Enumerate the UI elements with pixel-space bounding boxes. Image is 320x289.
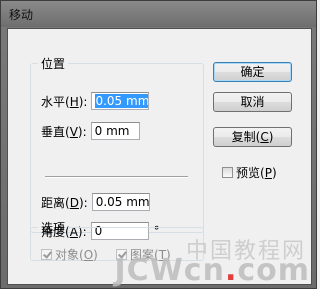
watermark-url: JCWcn.com [114,253,310,288]
objects-checkbox-row: 对象(O) [41,246,98,263]
cancel-button[interactable]: 取消 [213,92,292,112]
ok-button[interactable]: 确定 [213,62,292,82]
vertical-label: 垂直(V): [41,124,87,139]
distance-label: 距离(D): [41,195,88,210]
move-dialog: 移动 位置 水平(H): 0.05 mm 垂直(V): 0 mm 距离(D): … [0,0,317,289]
window-title: 移动 [9,8,34,22]
preview-checkbox[interactable] [222,167,233,178]
distance-input[interactable]: 0.05 mm [91,193,150,211]
horizontal-label: 水平(H): [41,94,88,109]
vertical-row: 垂直(V): 0 mm [41,122,140,140]
position-group: 位置 水平(H): 0.05 mm 垂直(V): 0 mm 距离(D): 0.0… [30,55,204,240]
copy-button[interactable]: 复制(C) [213,127,292,147]
preview-label: 预览(P) [236,166,277,180]
horizontal-row: 水平(H): 0.05 mm [41,92,150,110]
position-legend: 位置 [41,57,66,71]
horizontal-input[interactable]: 0.05 mm [91,92,150,110]
options-legend: 选项 [41,221,66,235]
distance-row: 距离(D): 0.05 mm [41,193,150,211]
vertical-input[interactable]: 0 mm [90,122,140,140]
preview-checkbox-row: 预览(P) [222,164,277,181]
objects-checkbox[interactable] [41,249,52,260]
title-bar[interactable]: 移动 [1,1,316,27]
separator [45,176,188,178]
objects-label: 对象(O) [55,248,98,262]
